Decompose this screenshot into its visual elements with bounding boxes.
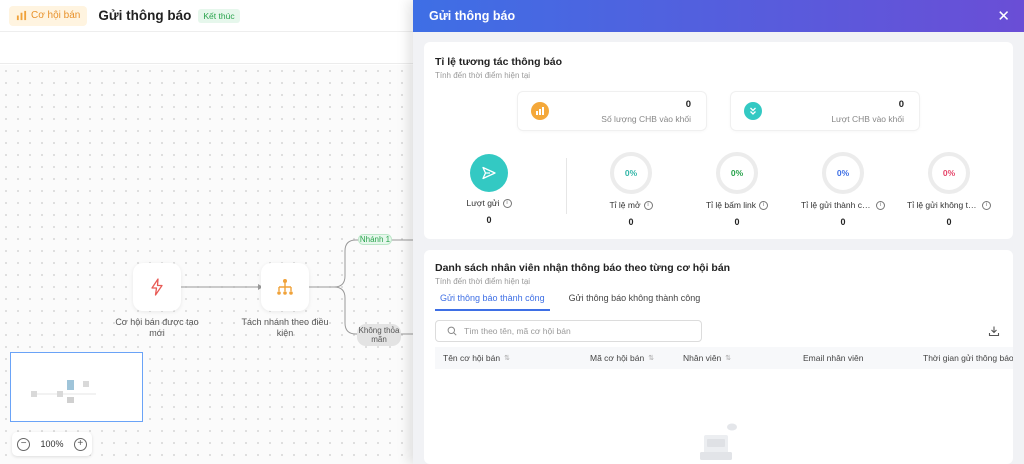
block-stat-value: 0 [898,99,904,110]
notification-drawer: Gửi thông báo ✕ Tỉ lệ tương tác thông bá… [413,0,1024,464]
page-title: Gửi thông báo [98,8,192,23]
metric-click-rate: 0% Tỉ lệ bấm link i 0 [684,152,790,227]
drawer-title: Gửi thông báo [429,9,516,23]
progress-ring: 0% [716,152,758,194]
sort-icon[interactable]: ⇅ [648,354,654,362]
tab-sent-success[interactable]: Gửi thông báo thành công [435,290,550,311]
metric-value: 0 [840,217,846,227]
metric-value: 0 [486,215,492,225]
metric-label: Tỉ lệ gửi không thành công i [896,200,1002,210]
info-icon[interactable]: i [982,200,991,210]
flow-editor: Cơ hội bán Gửi thông báo Kết thúc Cơ hội… [0,0,413,464]
metric-label: Tỉ lệ mở i [578,200,684,210]
column-header-opportunity-code[interactable]: Mã cơ hội bán ⇅ [590,353,654,363]
zoom-in-button[interactable]: + [73,437,87,451]
branch-node-label: Tách nhánh theo điều kiện [241,317,329,338]
metric-percent: 0% [624,168,638,178]
trigger-node-label: Cơ hội bán được tạo mới [115,317,199,338]
flow-header: Cơ hội bán Gửi thông báo Kết thúc [0,0,413,32]
column-header-employee[interactable]: Nhân viên ⇅ [683,353,731,363]
double-chevron-down-icon [744,102,762,120]
lightning-icon [151,278,163,296]
branch-label-1[interactable]: Nhánh 1 [358,234,392,245]
divider [566,158,567,214]
info-icon[interactable]: i [643,200,653,210]
download-icon [988,326,1000,337]
minimap[interactable] [10,352,143,422]
empty-state-illustration [700,423,737,460]
progress-ring: 0% [610,152,652,194]
zoom-level: 100% [40,439,64,449]
tab-sent-failed[interactable]: Gửi thông báo không thành công [564,290,706,311]
minimap-preview [31,380,96,403]
block-stat-label: Lượt CHB vào khối [831,114,904,124]
block-stat-value: 0 [685,99,691,110]
column-header-text: Thời gian gửi thông báo [923,353,1013,363]
list-tabs: Gửi thông báo thành công Gửi thông báo k… [435,290,705,311]
info-icon[interactable]: i [502,198,512,208]
metric-success-rate: 0% Tỉ lệ gửi thành công i 0 [790,152,896,227]
metric-label-text: Lượt gửi [466,198,500,208]
stats-subtitle: Tính đến thời điểm hiện tại [435,71,531,80]
metric-label-text: Tỉ lệ gửi thành công [801,200,873,210]
metric-label: Tỉ lệ bấm link i [684,200,790,210]
column-header-employee-email: Email nhân viên [803,353,863,363]
close-icon[interactable]: ✕ [997,7,1010,25]
block-stat-entries: 0 Lượt CHB vào khối [731,92,919,130]
block-stat-label: Số lượng CHB vào khối [601,114,691,124]
list-subtitle: Tính đến thời điểm hiện tại [435,277,531,286]
chart-icon [531,102,549,120]
drawer-header: Gửi thông báo ✕ [413,0,1024,32]
trigger-node[interactable] [133,263,181,311]
metric-value: 0 [946,217,952,227]
stats-title: Tỉ lệ tương tác thông báo [435,56,563,68]
column-header-opportunity-name[interactable]: Tên cơ hội bán ⇅ [443,353,510,363]
metric-percent: 0% [942,168,956,178]
progress-ring: 0% [822,152,864,194]
zoom-control: − 100% + [12,432,92,456]
status-badge: Kết thúc [198,8,240,23]
employee-list-card: Danh sách nhân viên nhận thông báo theo … [424,250,1013,464]
metric-fail-rate: 0% Tỉ lệ gửi không thành công i 0 [896,152,1002,227]
search-icon [447,326,457,336]
column-header-text: Email nhân viên [803,353,864,363]
column-header-sent-time: Thời gian gửi thông báo [923,353,1013,363]
column-header-text: Tên cơ hội bán [443,353,501,363]
info-icon[interactable]: i [759,200,769,210]
breadcrumb-label: Cơ hội bán [31,10,81,21]
breadcrumb[interactable]: Cơ hội bán [9,5,88,26]
sort-icon[interactable]: ⇅ [504,354,510,362]
block-stat-count: 0 Số lượng CHB vào khối [518,92,706,130]
metric-label-text: Tỉ lệ mở [609,200,641,210]
search-box [435,320,702,342]
progress-ring: 0% [928,152,970,194]
column-header-text: Nhân viên [683,353,722,363]
metric-label: Tỉ lệ gửi thành công i [790,200,896,210]
branch-node[interactable] [261,263,309,311]
table-header: Tên cơ hội bán ⇅ Mã cơ hội bán ⇅ Nhân vi… [435,347,1013,369]
metric-open-rate: 0% Tỉ lệ mở i 0 [578,152,684,227]
metric-percent: 0% [730,168,744,178]
download-button[interactable] [983,320,1005,342]
send-icon [470,154,508,192]
metric-label-text: Tỉ lệ gửi không thành công [907,200,979,210]
metric-sent: Lượt gửi i 0 [436,152,542,225]
metric-percent: 0% [836,168,850,178]
info-icon[interactable]: i [876,200,885,210]
flow-toolbar [0,33,413,64]
branch-label-no-match[interactable]: Không thỏa mãn [357,324,401,346]
interaction-stats-card: Tỉ lệ tương tác thông báo Tính đến thời … [424,42,1013,239]
metric-value: 0 [628,217,634,227]
metric-label-text: Tỉ lệ bấm link [705,200,757,210]
sort-icon[interactable]: ⇅ [725,354,731,362]
column-header-text: Mã cơ hội bán [590,353,645,363]
branch-icon [277,279,293,295]
chart-icon [16,10,27,21]
search-input[interactable] [464,326,684,336]
metric-value: 0 [734,217,740,227]
metric-label: Lượt gửi i [436,198,542,208]
zoom-out-button[interactable]: − [17,437,31,451]
list-title: Danh sách nhân viên nhận thông báo theo … [435,262,731,274]
